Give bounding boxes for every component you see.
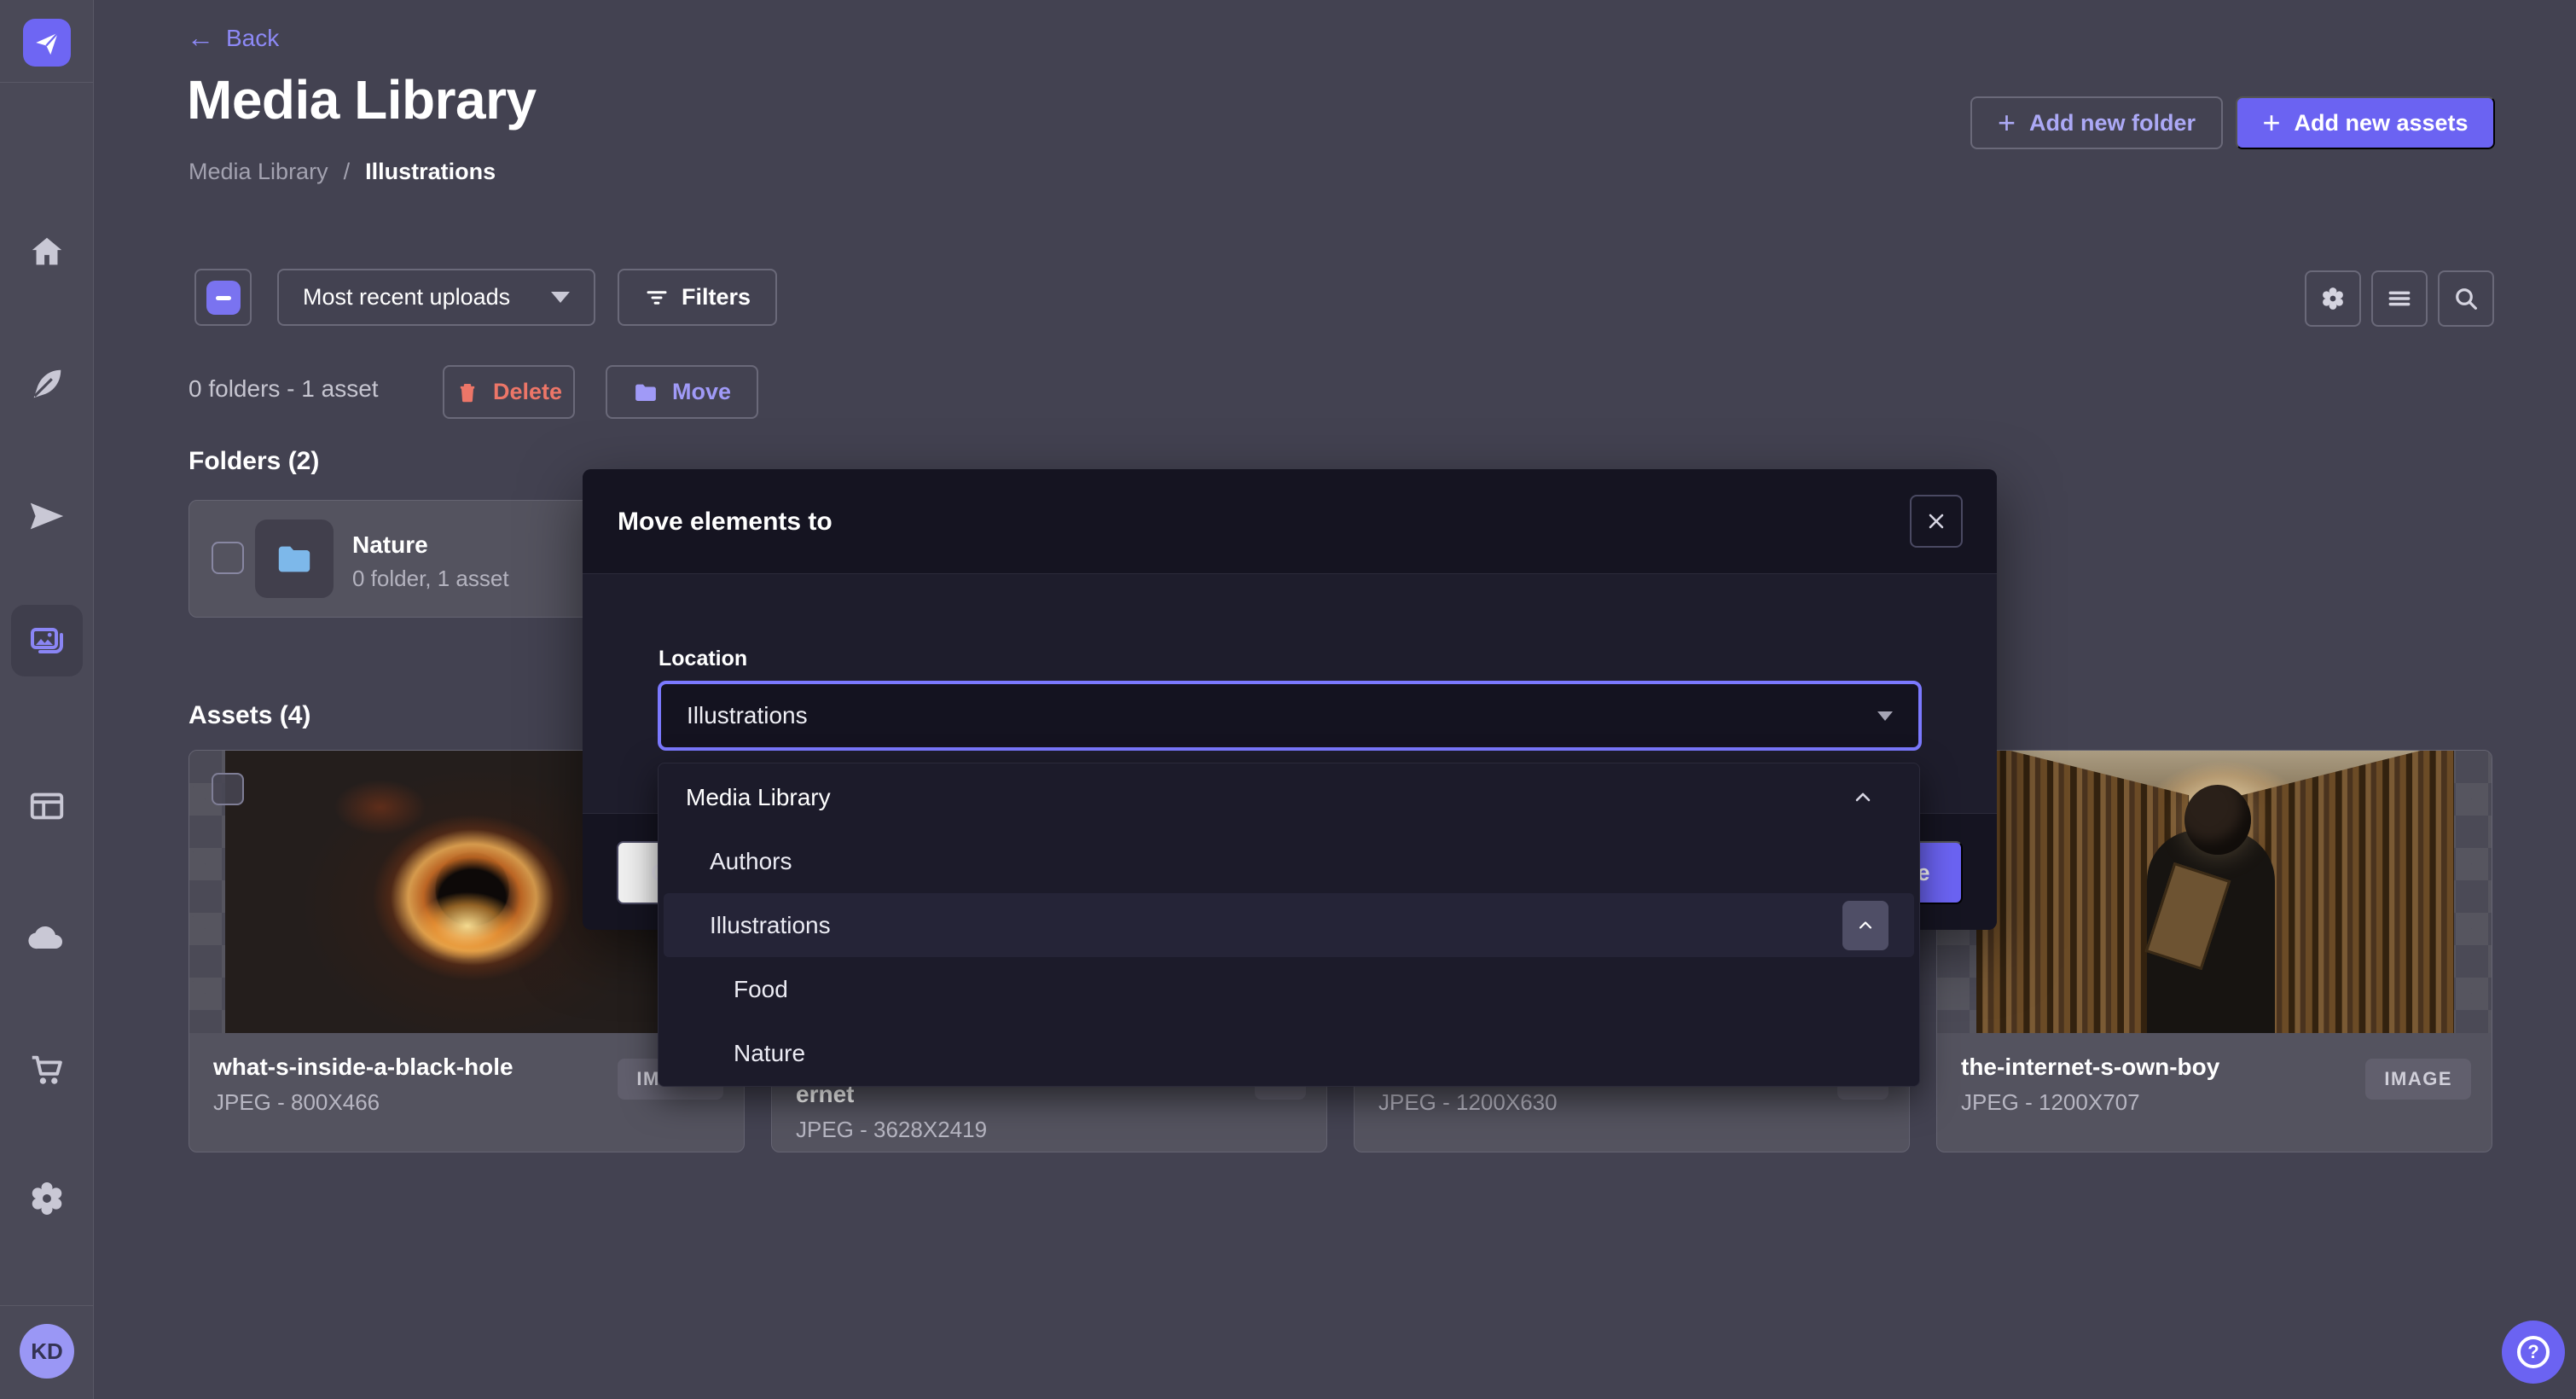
- person-head: [2184, 785, 2251, 855]
- selection-summary: 0 folders - 1 asset: [189, 375, 379, 403]
- plus-icon: +: [2262, 107, 2280, 138]
- sidebar-item-deploy[interactable]: [0, 900, 94, 977]
- select-all-checkbox[interactable]: [194, 269, 252, 326]
- sidebar-item-home[interactable]: [0, 213, 94, 290]
- grid-settings-button[interactable]: [2305, 270, 2361, 327]
- back-label: Back: [226, 25, 279, 52]
- avatar-initials: KD: [31, 1338, 63, 1365]
- add-new-folder-button[interactable]: + Add new folder: [1970, 96, 2223, 149]
- active-nav-highlight: [11, 605, 83, 676]
- app-logo[interactable]: [23, 19, 71, 67]
- sidebar-item-settings[interactable]: [0, 1160, 94, 1237]
- breadcrumb: Media Library / Illustrations: [189, 159, 496, 185]
- asset-meta: JPEG - 1200X630: [1378, 1089, 1558, 1116]
- option-nature[interactable]: Nature: [659, 1021, 1919, 1085]
- search-button[interactable]: [2438, 270, 2494, 327]
- sidebar-divider: [0, 82, 94, 83]
- breadcrumb-current: Illustrations: [365, 159, 496, 185]
- sidebar: KD: [0, 0, 94, 1399]
- folder-meta: 0 folder, 1 asset: [352, 566, 509, 592]
- logo-plane-icon: [32, 28, 61, 57]
- sidebar-item-media-library[interactable]: [0, 602, 94, 679]
- question-mark-icon: ?: [2517, 1336, 2550, 1368]
- option-illustrations[interactable]: Illustrations: [664, 893, 1914, 957]
- asset-name: what-s-inside-a-black-hole: [213, 1054, 513, 1081]
- back-arrow-icon: ←: [187, 22, 214, 54]
- filter-icon: [644, 285, 670, 311]
- paper-plane-icon: [27, 496, 67, 536]
- cloud-icon: [26, 918, 67, 959]
- modal-header: Move elements to: [583, 469, 1997, 574]
- library-photo: [1976, 751, 2454, 1033]
- move-button[interactable]: Move: [606, 365, 758, 419]
- option-authors[interactable]: Authors: [659, 829, 1919, 893]
- breadcrumb-separator: /: [344, 159, 351, 185]
- close-icon: [1926, 511, 1947, 531]
- indeterminate-checkbox-icon: [206, 281, 241, 315]
- page-title: Media Library: [187, 68, 537, 131]
- collapse-button[interactable]: [1842, 901, 1888, 950]
- sort-select[interactable]: Most recent uploads: [277, 269, 595, 326]
- location-value: Illustrations: [687, 702, 808, 729]
- asset-type-badge: IMAGE: [2365, 1059, 2471, 1100]
- location-label: Location: [659, 647, 747, 671]
- option-food[interactable]: Food: [659, 957, 1919, 1021]
- add-new-assets-button[interactable]: + Add new assets: [2236, 96, 2495, 149]
- delete-button[interactable]: Delete: [443, 365, 575, 419]
- chevron-down-icon: [551, 292, 570, 303]
- help-button[interactable]: ?: [2502, 1321, 2565, 1384]
- asset-meta: JPEG - 3628X2419: [796, 1117, 987, 1143]
- asset-checkbox[interactable]: [212, 773, 244, 805]
- asset-thumbnail: [1937, 751, 2492, 1033]
- modal-title: Move elements to: [618, 508, 833, 537]
- sidebar-item-content-manager[interactable]: [0, 768, 94, 845]
- folder-checkbox[interactable]: [212, 542, 244, 574]
- plus-icon: +: [1998, 107, 2016, 138]
- asset-meta: JPEG - 1200X707: [1961, 1089, 2140, 1116]
- sidebar-item-content[interactable]: [0, 345, 94, 422]
- asset-meta: JPEG - 800X466: [213, 1089, 380, 1116]
- cog-icon: [2318, 284, 2347, 313]
- folder-name: Nature: [352, 531, 428, 559]
- back-link[interactable]: ← Back: [187, 22, 279, 54]
- trash-icon: [455, 380, 479, 404]
- asset-card[interactable]: the-internet-s-own-boy JPEG - 1200X707 I…: [1936, 750, 2492, 1152]
- search-icon: [2452, 285, 2480, 312]
- location-select[interactable]: Illustrations: [658, 681, 1922, 751]
- folder-tile: [255, 520, 334, 598]
- folders-heading: Folders (2): [189, 447, 319, 476]
- sidebar-divider: [0, 1305, 94, 1306]
- option-media-library[interactable]: Media Library: [659, 765, 1919, 829]
- home-icon: [27, 232, 67, 271]
- sort-value: Most recent uploads: [303, 284, 510, 311]
- gear-icon: [27, 1179, 67, 1218]
- cart-icon: [27, 1051, 67, 1090]
- folder-icon: [275, 539, 314, 578]
- sidebar-item-marketplace[interactable]: [0, 1032, 94, 1109]
- layout-icon: [27, 787, 67, 826]
- breadcrumb-parent[interactable]: Media Library: [189, 159, 328, 185]
- location-dropdown: Media Library Authors Illustrations Food…: [658, 763, 1920, 1087]
- chevron-up-icon: [1855, 915, 1876, 936]
- sidebar-item-releases[interactable]: [0, 478, 94, 554]
- chevron-up-icon: [1851, 786, 1875, 810]
- close-button[interactable]: [1910, 495, 1963, 548]
- avatar[interactable]: KD: [20, 1324, 74, 1379]
- filters-button[interactable]: Filters: [618, 269, 777, 326]
- asset-name: the-internet-s-own-boy: [1961, 1054, 2219, 1081]
- folder-icon: [633, 380, 659, 405]
- feather-icon: [27, 364, 67, 403]
- list-view-button[interactable]: [2371, 270, 2428, 327]
- media-library-icon: [26, 620, 67, 661]
- assets-heading: Assets (4): [189, 701, 310, 730]
- chevron-down-icon: [1877, 711, 1893, 721]
- list-icon: [2386, 285, 2413, 312]
